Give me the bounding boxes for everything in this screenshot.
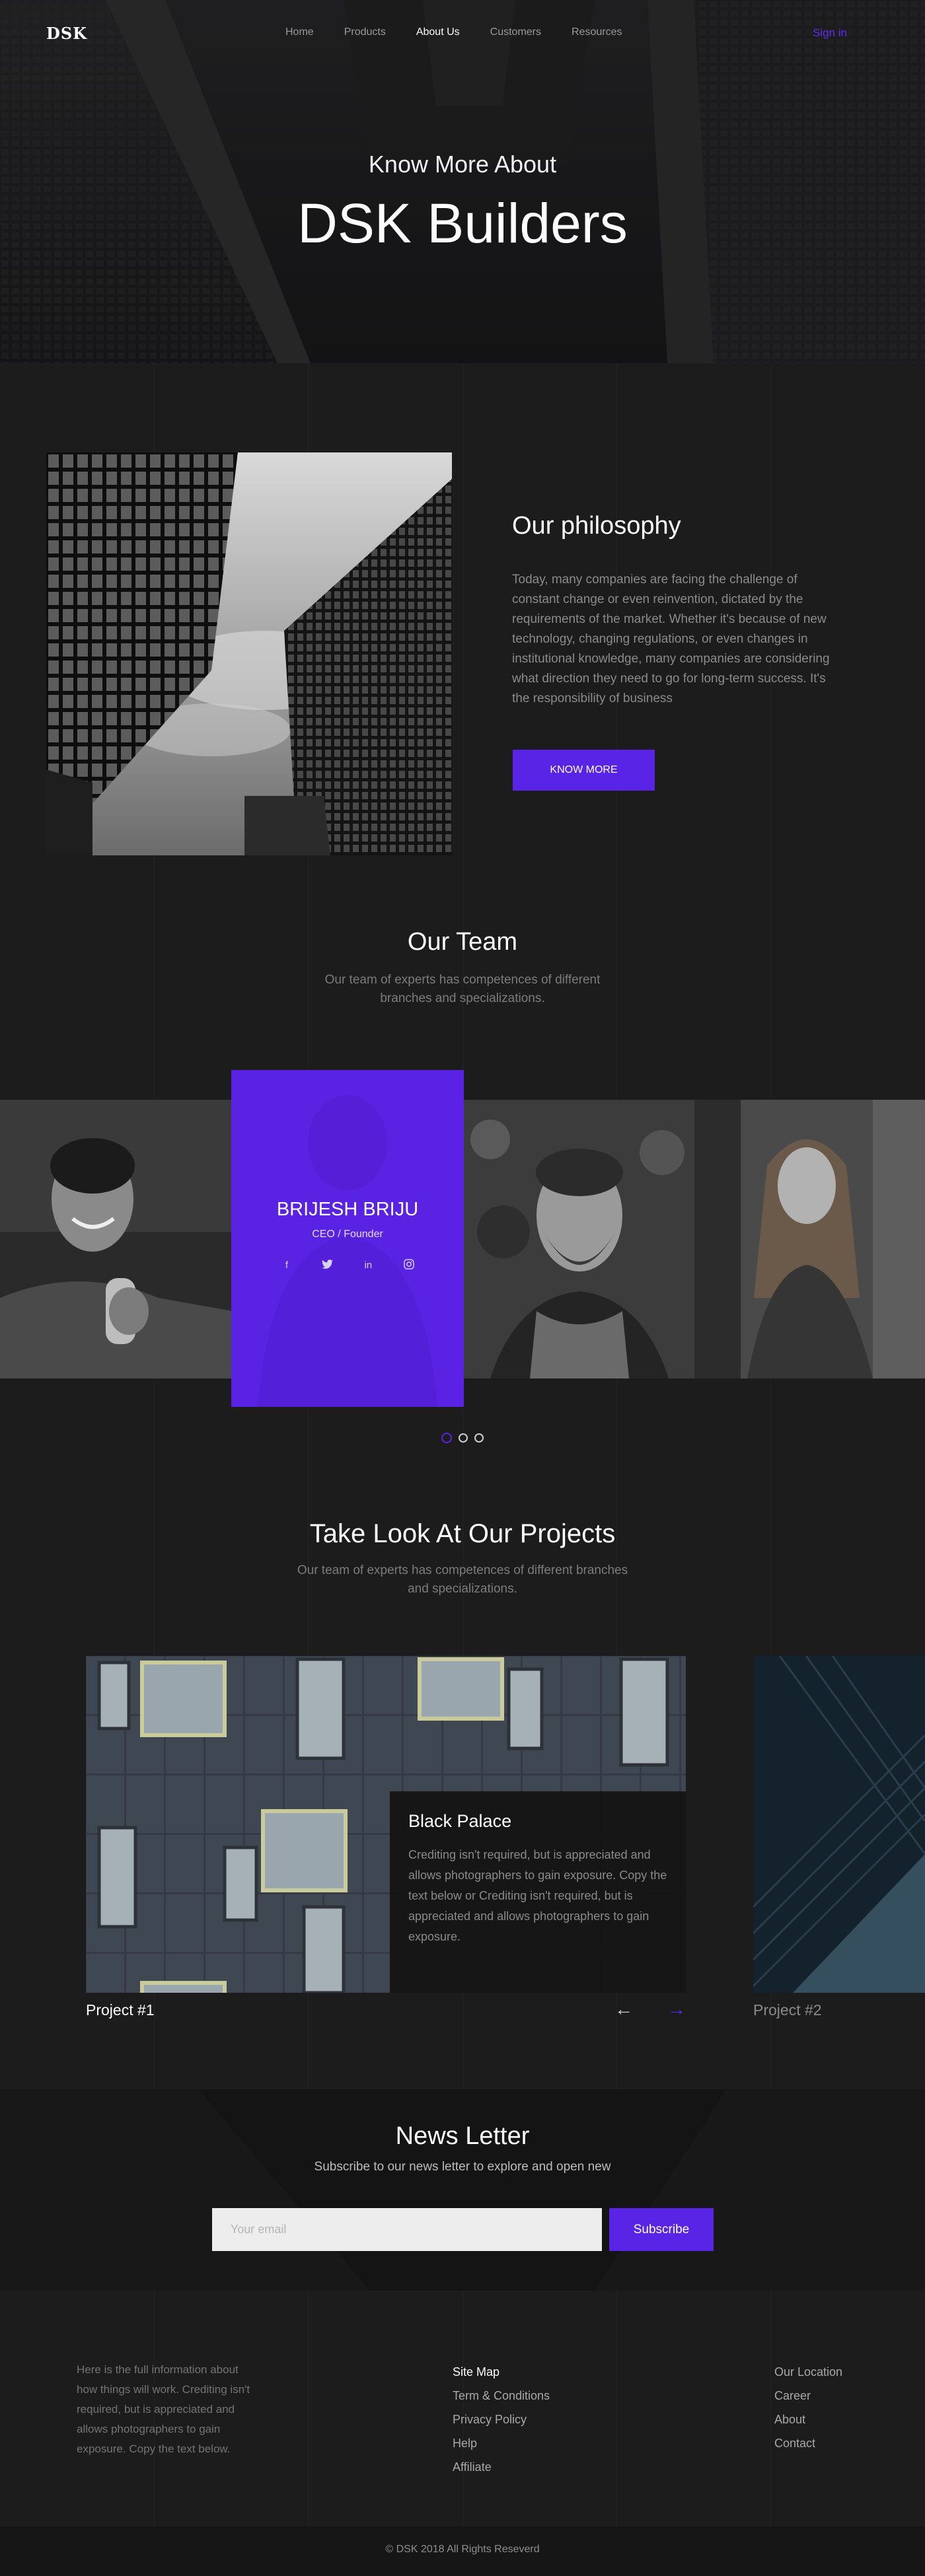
instagram-icon[interactable] [402, 1259, 416, 1272]
team-carousel-dots [441, 1433, 484, 1443]
linkedin-icon[interactable]: in [361, 1259, 375, 1272]
project-1-description: Crediting isn't required, but is appreci… [408, 1848, 667, 1943]
team-subtitle-line: branches and specializations. [380, 991, 545, 1005]
footer-link-affiliate[interactable]: Affiliate [453, 2455, 550, 2479]
team-subtitle: Our team of experts has competences of d… [0, 971, 925, 1008]
philosophy-building-image [46, 452, 452, 855]
nav-link-products[interactable]: Products [344, 26, 386, 38]
arrow-right-icon[interactable]: → [667, 2000, 686, 2019]
newsletter-background [0, 2089, 925, 2291]
carousel-dot[interactable] [441, 1433, 452, 1443]
footer-bottom-bar: © DSK 2018 All Rights Reseverd [0, 2526, 925, 2576]
team-member-photo[interactable] [694, 1100, 925, 1378]
nav-link-about-us[interactable]: About Us [416, 26, 460, 38]
team-member-photo[interactable] [0, 1100, 233, 1378]
projects-subtitle: Our team of experts has competences of d… [0, 1561, 925, 1598]
hero-subtitle: Know More About [368, 151, 557, 178]
footer-company-column: Our Location Career About Contact [774, 2360, 842, 2455]
newsletter-subtitle: Subscribe to our news letter to explore … [314, 2160, 611, 2174]
carousel-dot[interactable] [459, 1433, 468, 1443]
newsletter-section: News Letter Subscribe to our news letter… [0, 2089, 925, 2291]
logo[interactable]: DSK [46, 24, 87, 43]
nav-link-home[interactable]: Home [285, 26, 314, 38]
team-member-role: CEO / Founder [312, 1229, 383, 1240]
know-more-button[interactable]: KNOW MORE [513, 750, 655, 791]
projects-title: Take Look At Our Projects [309, 1519, 616, 1548]
project-1-info-panel: Black Palace Crediting isn't required, b… [390, 1791, 686, 1993]
footer-sitemap-column: Site Map Term & Conditions Privacy Polic… [453, 2360, 550, 2479]
footer-link-terms[interactable]: Term & Conditions [453, 2384, 550, 2408]
footer-link-location[interactable]: Our Location [774, 2360, 842, 2384]
email-input[interactable] [212, 2208, 602, 2251]
team-member-name: BRIJESH BRIJU [276, 1199, 419, 1220]
team-member-photo[interactable] [464, 1100, 694, 1378]
philosophy-text: Today, many companies are facing the cha… [512, 573, 830, 705]
footer-link-privacy[interactable]: Privacy Policy [453, 2408, 550, 2431]
team-member-socials: f in [280, 1259, 416, 1272]
carousel-dot[interactable] [474, 1433, 484, 1443]
copyright-text: © DSK 2018 All Rights Reseverd [385, 2544, 540, 2555]
project-2-caption[interactable]: Project #2 [753, 2001, 822, 2019]
projects-subtitle-line: Our team of experts has competences of d… [297, 1563, 628, 1577]
twitter-icon[interactable] [321, 1259, 334, 1272]
hero-title: DSK Builders [297, 192, 628, 254]
navbar: DSK Home Products About Us Customers Res… [0, 0, 925, 66]
newsletter-title: News Letter [395, 2122, 530, 2150]
facebook-icon[interactable]: f [280, 1259, 293, 1272]
nav-link-customers[interactable]: Customers [490, 26, 541, 38]
team-title: Our Team [407, 928, 518, 956]
projects-subtitle-line: and specializations. [408, 1582, 517, 1596]
project-1-name: Black Palace [408, 1811, 512, 1831]
nav-links: Home Products About Us Customers Resourc… [285, 26, 652, 38]
team-subtitle-line: Our team of experts has competences of d… [324, 973, 601, 987]
subscribe-button[interactable]: Subscribe [609, 2208, 714, 2251]
hero-section: DSK Home Products About Us Customers Res… [0, 0, 925, 363]
philosophy-title: Our philosophy [512, 512, 681, 540]
footer-about-text: Here is the full information about how t… [77, 2363, 250, 2455]
footer-link-career[interactable]: Career [774, 2384, 842, 2408]
footer-link-about[interactable]: About [774, 2408, 842, 2431]
project-2-image[interactable] [753, 1656, 925, 1993]
arrow-left-icon[interactable]: ← [614, 2000, 633, 2019]
nav-link-resources[interactable]: Resources [572, 26, 622, 38]
footer-link-contact[interactable]: Contact [774, 2431, 842, 2455]
team-featured-card[interactable]: BRIJESH BRIJU CEO / Founder f in [231, 1070, 464, 1407]
footer-link-site-map[interactable]: Site Map [453, 2360, 550, 2384]
project-1-caption[interactable]: Project #1 [86, 2001, 155, 2019]
footer-link-help[interactable]: Help [453, 2431, 550, 2455]
sign-in-link[interactable]: Sign in [813, 26, 847, 40]
